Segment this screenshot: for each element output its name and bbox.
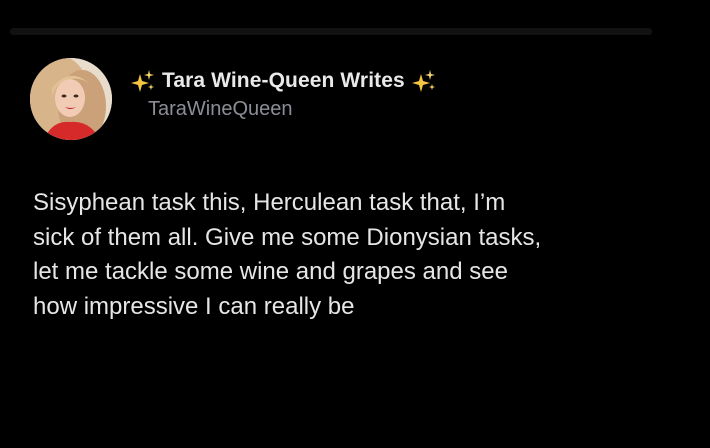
tweet-text: Sisyphean task this, Herculean task that… — [33, 186, 693, 324]
sparkles-icon — [130, 68, 156, 94]
display-name[interactable]: Tara Wine-Queen Writes — [162, 69, 405, 93]
sparkles-icon — [411, 68, 437, 94]
avatar[interactable] — [30, 58, 112, 140]
tweet-text-line: sick of them all. Give me some Dionysian… — [33, 223, 542, 251]
tweet-text-line: Sisyphean task this, Herculean task that… — [33, 189, 506, 216]
user-handle[interactable]: TaraWineQueen — [148, 98, 437, 121]
top-divider-bar — [10, 28, 652, 35]
tweet-text-line: let me tackle some wine and grapes and s… — [33, 258, 508, 285]
name-row: Tara Wine-Queen Writes — [130, 66, 437, 96]
tweet-text-line: how impressive I can really be — [33, 292, 355, 320]
tweet-header: Tara Wine-Queen Writes TaraWineQueen — [130, 66, 437, 121]
